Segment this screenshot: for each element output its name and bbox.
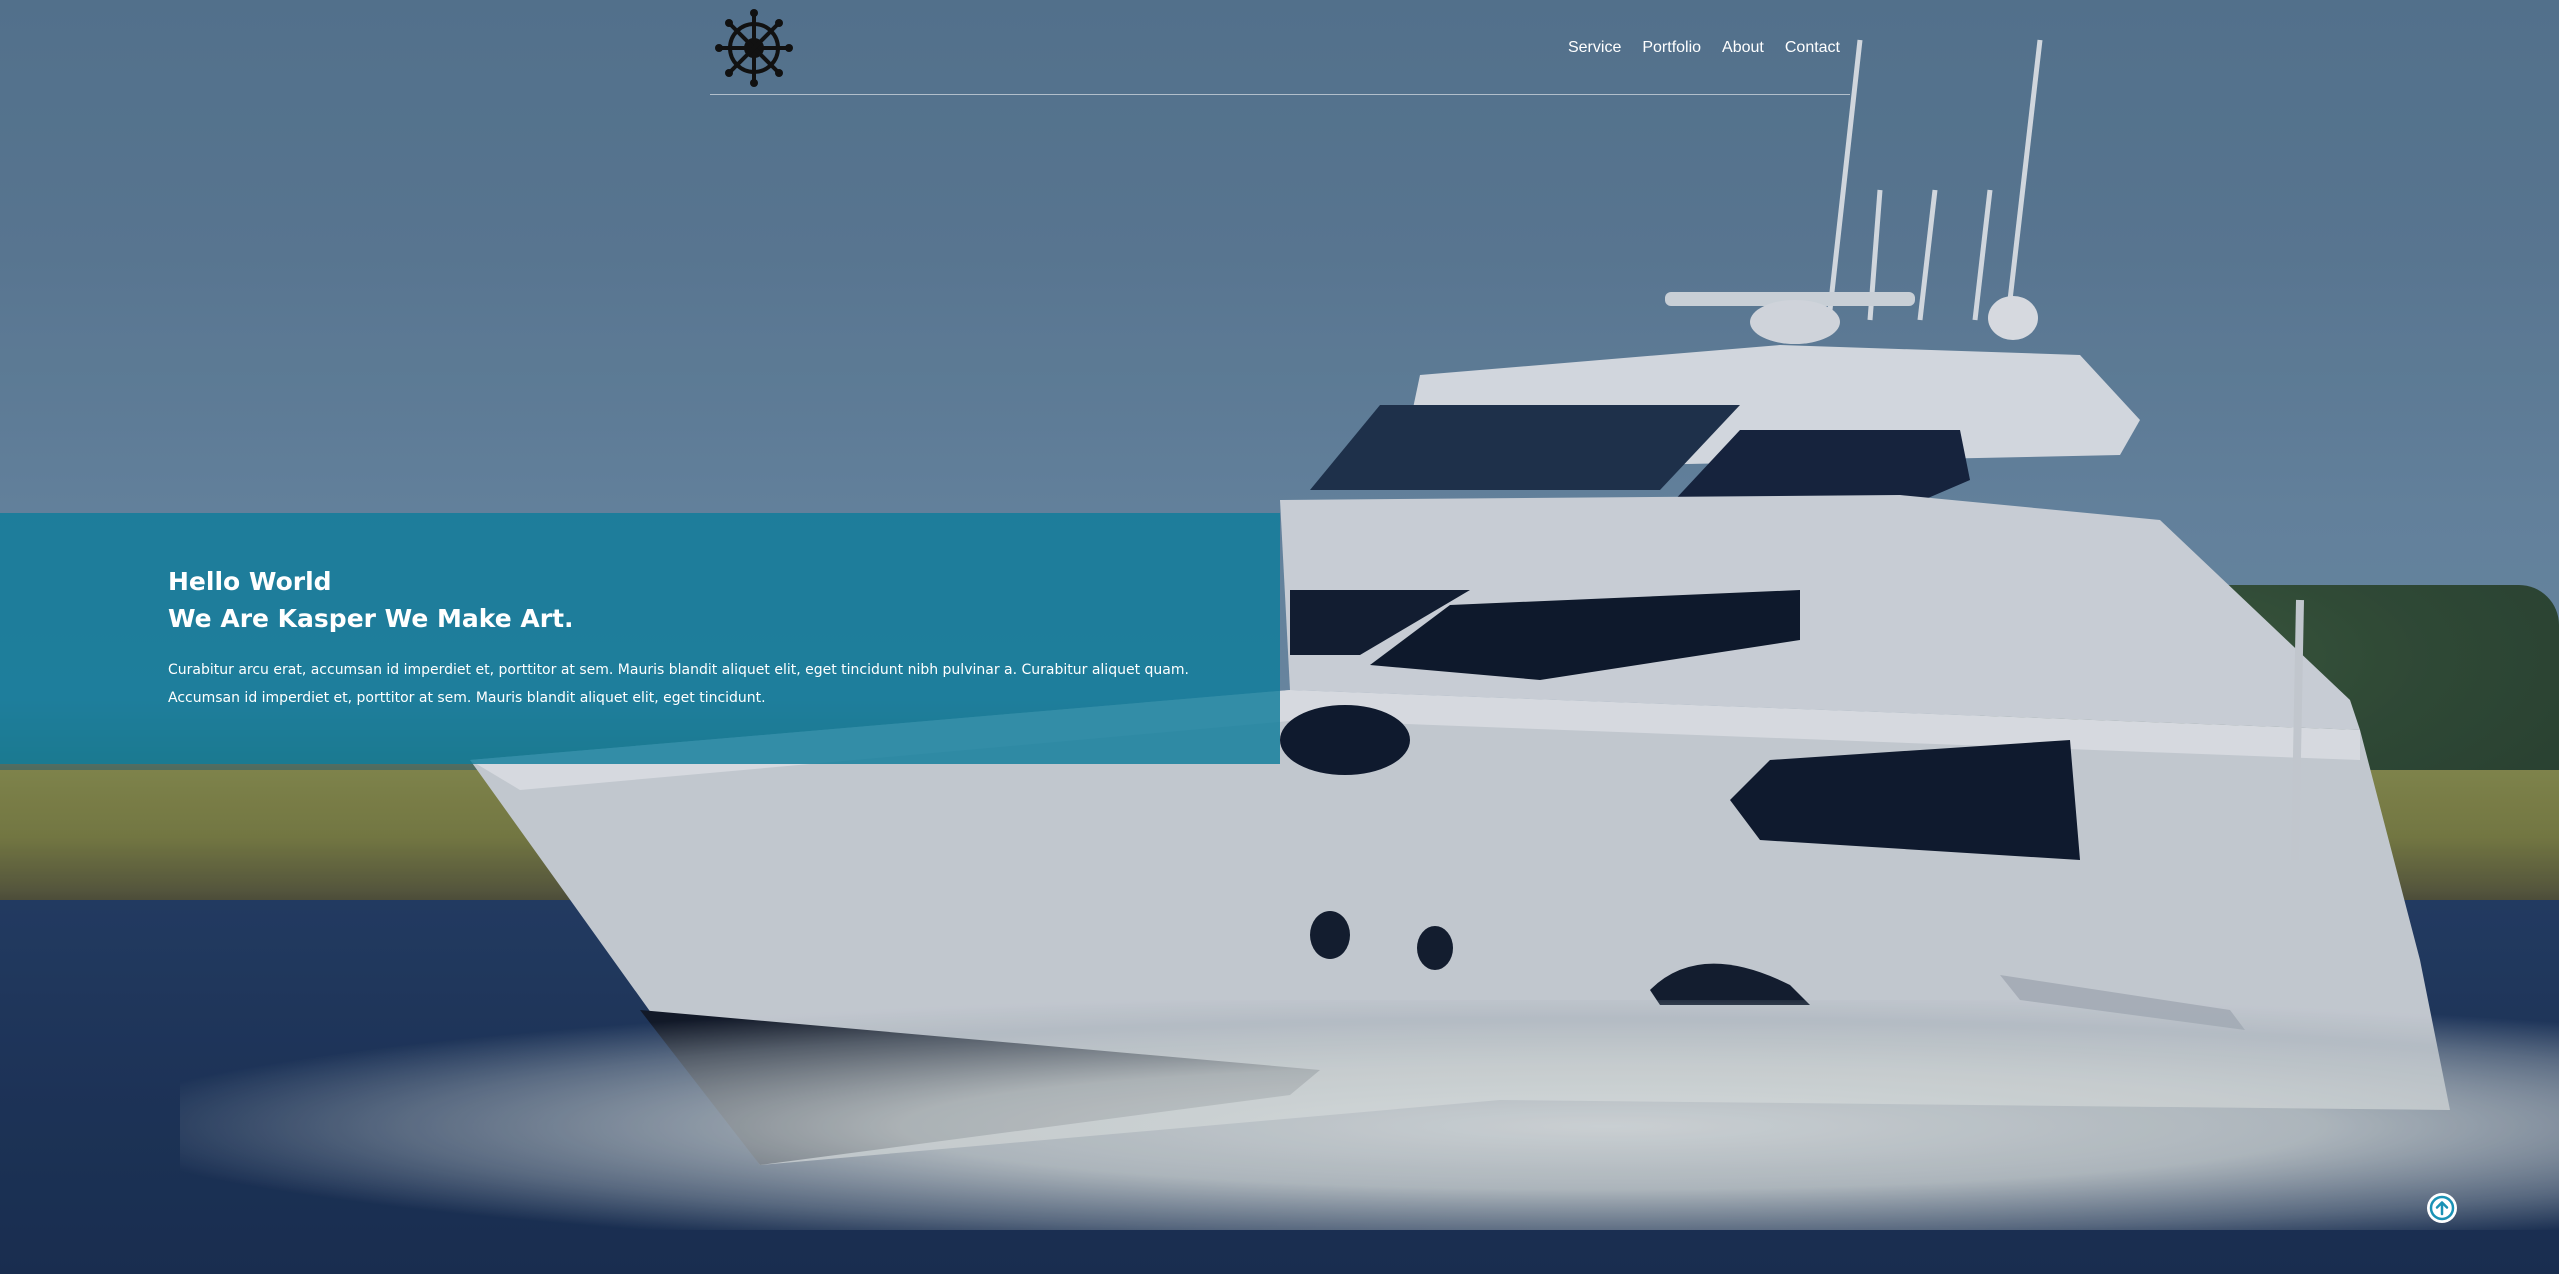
site-header: Service Portfolio About Contact: [710, 0, 1850, 95]
intro-title-line-2: We Are Kasper We Make Art.: [168, 604, 574, 633]
nav-link-contact[interactable]: Contact: [1785, 36, 1840, 60]
hero-section: Service Portfolio About Contact Hello Wo…: [0, 0, 2559, 1274]
intro-box: Hello World We Are Kasper We Make Art. C…: [0, 513, 1280, 764]
ship-wheel-icon[interactable]: [715, 9, 793, 87]
intro-heading: Hello World We Are Kasper We Make Art.: [168, 563, 574, 637]
intro-paragraph: Curabitur arcu erat, accumsan id imperdi…: [168, 662, 1189, 706]
scroll-to-top-button[interactable]: [2427, 1193, 2457, 1223]
intro-title-line-1: Hello World: [168, 567, 332, 596]
nav-link-portfolio[interactable]: Portfolio: [1642, 36, 1701, 60]
nav-link-about[interactable]: About: [1722, 36, 1764, 60]
main-nav: Service Portfolio About Contact: [1568, 36, 1840, 60]
arrow-up-circle-icon: [2429, 1195, 2455, 1221]
nav-link-service[interactable]: Service: [1568, 36, 1621, 60]
